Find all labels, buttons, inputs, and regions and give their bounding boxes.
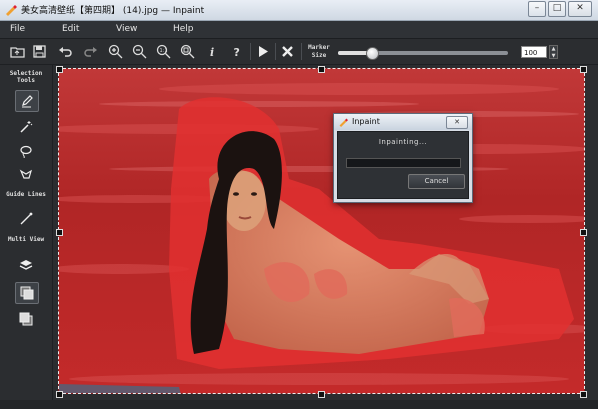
selection-handle[interactable] (318, 391, 325, 398)
magic-wand-icon (20, 121, 33, 133)
selection-handle[interactable] (318, 66, 325, 73)
selection-handle[interactable] (56, 229, 63, 236)
polygon-lasso-tool[interactable] (15, 165, 37, 185)
run-icon[interactable] (254, 43, 271, 60)
open-icon[interactable] (9, 43, 26, 60)
tools-panel: Selection Tools Guide Lines Multi View (0, 65, 53, 400)
layers-tool[interactable] (15, 255, 37, 275)
app-icon (339, 118, 348, 127)
menu-file[interactable]: File (10, 24, 25, 34)
info-icon[interactable]: i (204, 43, 221, 60)
lasso-icon (20, 145, 32, 158)
selection-handle[interactable] (580, 391, 587, 398)
selection-handle[interactable] (56, 66, 63, 73)
marker-size-slider[interactable] (338, 47, 508, 60)
minimize-button[interactable]: – (528, 1, 546, 17)
svg-text:1:1: 1:1 (160, 48, 168, 54)
dialog-titlebar: Inpaint ✕ (334, 114, 472, 130)
polygon-lasso-icon (19, 169, 32, 179)
menu-edit[interactable]: Edit (62, 24, 79, 34)
svg-text:?: ? (234, 46, 240, 59)
window-titlebar: 美女高清壁纸【第四期】 (14).jpg — Inpaint – □ ✕ (0, 0, 598, 21)
menu-view[interactable]: View (116, 24, 137, 34)
zoom-actual-icon[interactable]: 1:1 (155, 43, 172, 60)
inpaint-dialog: Inpaint ✕ Inpainting... Cancel (333, 113, 473, 203)
multi-view-label: Multi View (7, 236, 45, 243)
dialog-body: Inpainting... Cancel (337, 131, 469, 199)
dialog-title: Inpaint (352, 117, 380, 126)
svg-text:i: i (210, 46, 214, 59)
zoom-out-icon[interactable] (131, 43, 148, 60)
layers-icon (19, 260, 33, 270)
status-bar (0, 400, 598, 409)
guide-line-tool[interactable] (15, 209, 37, 229)
selection-tools-label: Selection Tools (9, 70, 43, 84)
window-title: 美女高清壁纸【第四期】 (14).jpg — Inpaint (21, 6, 205, 16)
selection-handle[interactable] (580, 229, 587, 236)
guide-line-icon (20, 212, 33, 225)
multi-view-front-tool[interactable] (15, 282, 39, 304)
close-button[interactable]: ✕ (568, 1, 592, 17)
multi-view-back-tool[interactable] (15, 309, 37, 329)
marker-size-slider-thumb[interactable] (366, 47, 379, 60)
menu-help[interactable]: Help (173, 24, 194, 34)
zoom-fit-icon[interactable] (179, 43, 196, 60)
dialog-cancel-button[interactable]: Cancel (408, 174, 465, 189)
menu-bar: File Edit View Help (0, 21, 598, 39)
zoom-in-icon[interactable] (107, 43, 124, 60)
undo-icon[interactable] (57, 43, 74, 60)
redo-icon[interactable] (82, 43, 99, 60)
toolbar: 1:1 i ? (0, 39, 598, 65)
help-icon[interactable]: ? (229, 43, 246, 60)
guide-lines-label: Guide Lines (6, 191, 46, 198)
inpaint-progress-bar (346, 158, 461, 168)
maximize-button[interactable]: □ (548, 1, 566, 17)
image-canvas[interactable] (58, 68, 585, 394)
marker-size-label: Marker Size (308, 44, 330, 59)
multi-view-front-icon (20, 286, 34, 300)
lasso-tool[interactable] (15, 141, 37, 161)
magic-wand-tool[interactable] (15, 117, 37, 137)
marker-icon (22, 95, 33, 108)
multi-view-back-icon (19, 312, 33, 326)
app-icon (6, 5, 17, 16)
marker-size-spinner[interactable]: ▲ ▼ (549, 45, 558, 59)
marker-size-input[interactable]: 100 (521, 46, 547, 58)
selection-handle[interactable] (580, 66, 587, 73)
cancel-icon[interactable] (279, 43, 296, 60)
save-icon[interactable] (31, 43, 48, 60)
photo-with-mask[interactable] (59, 69, 585, 394)
marker-tool[interactable] (15, 90, 39, 112)
inpaint-status-text: Inpainting... (378, 138, 428, 146)
selection-handle[interactable] (56, 391, 63, 398)
dialog-close-button[interactable]: ✕ (446, 116, 468, 129)
